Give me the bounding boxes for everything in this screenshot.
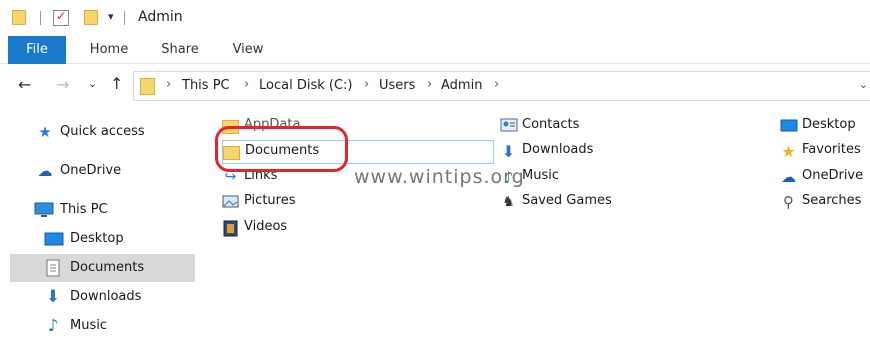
- nav-item-label: Desktop: [70, 231, 124, 246]
- chevron-down-icon[interactable]: ⌄: [859, 78, 868, 91]
- ribbon: File Home Share View: [0, 36, 870, 64]
- address-row: ← → ⌄ ↑ › This PC › Local Disk (C:) › Us…: [0, 66, 870, 104]
- forward-arrow-icon[interactable]: →: [56, 75, 69, 94]
- list-item-searches[interactable]: ⚲ Searches: [780, 191, 870, 215]
- item-label: Contacts: [522, 117, 580, 132]
- cloud-icon: ☁: [781, 168, 796, 186]
- list-item-onedrive[interactable]: ☁ OneDrive: [780, 166, 870, 190]
- search-icon: ⚲: [783, 193, 794, 211]
- nav-item-downloads[interactable]: ⬇ Downloads: [10, 283, 195, 311]
- nav-item-label: Downloads: [70, 289, 142, 304]
- address-bar[interactable]: › This PC › Local Disk (C:) › Users › Ad…: [133, 71, 870, 101]
- tab-view[interactable]: View: [224, 36, 272, 64]
- list-item-saved-games[interactable]: ♞ Saved Games: [500, 191, 700, 215]
- document-icon: [44, 259, 62, 277]
- item-label: Videos: [244, 219, 288, 234]
- desktop-icon: [780, 118, 798, 135]
- computer-icon: [34, 201, 54, 219]
- cloud-icon: ☁: [37, 162, 53, 180]
- folder-icon: [140, 78, 155, 95]
- tab-file[interactable]: File: [8, 36, 66, 64]
- download-arrow-icon: ⬇: [501, 142, 516, 161]
- toolbar-separator: [124, 11, 125, 25]
- properties-icon[interactable]: [53, 9, 69, 26]
- video-icon: [222, 220, 239, 237]
- music-note-icon: ♪: [47, 316, 59, 336]
- game-piece-icon: ♞: [502, 194, 515, 210]
- nav-item-label: Documents: [70, 260, 145, 275]
- nav-item-quick-access[interactable]: ★ Quick access: [10, 118, 195, 146]
- list-item-contacts[interactable]: Contacts: [500, 115, 700, 139]
- folder-icon[interactable]: [12, 10, 26, 25]
- download-arrow-icon: ⬇: [45, 287, 61, 307]
- item-label: Desktop: [802, 117, 856, 132]
- navigation-pane: ★ Quick access ☁ OneDrive This PC Deskto…: [0, 104, 200, 351]
- item-label: Music: [522, 168, 559, 183]
- list-item-pictures[interactable]: Pictures: [222, 191, 342, 215]
- breadcrumb-local-disk[interactable]: Local Disk (C:): [259, 78, 352, 93]
- tab-share[interactable]: Share: [155, 36, 205, 64]
- star-icon: ★: [38, 123, 52, 141]
- customize-toolbar-icon[interactable]: ▾: [108, 10, 114, 23]
- watermark: www.wintips.org: [354, 166, 525, 188]
- nav-item-label: OneDrive: [60, 163, 122, 178]
- back-arrow-icon[interactable]: ←: [18, 75, 31, 94]
- item-label: Pictures: [244, 193, 296, 208]
- list-item-music[interactable]: ♪ Music: [500, 166, 700, 190]
- chevron-right-icon[interactable]: ›: [244, 77, 249, 92]
- breadcrumb-users[interactable]: Users: [379, 78, 415, 93]
- nav-item-music[interactable]: ♪ Music: [10, 312, 195, 340]
- nav-item-this-pc[interactable]: This PC: [10, 196, 195, 224]
- item-label: Downloads: [522, 142, 594, 157]
- star-icon: ★: [781, 142, 796, 161]
- title-bar: ▾ Admin: [0, 0, 870, 36]
- highlight-ring: [215, 126, 348, 172]
- item-label: Saved Games: [522, 193, 612, 208]
- nav-item-documents[interactable]: Documents: [10, 254, 195, 282]
- contacts-icon: [500, 118, 518, 135]
- tab-home[interactable]: Home: [84, 36, 134, 64]
- breadcrumb-admin[interactable]: Admin: [441, 78, 482, 93]
- toolbar-separator: [40, 11, 41, 25]
- list-item-videos[interactable]: Videos: [222, 217, 342, 241]
- window-title: Admin: [138, 9, 183, 25]
- picture-icon: [222, 194, 239, 211]
- chevron-right-icon[interactable]: ›: [364, 77, 369, 92]
- recent-locations-icon[interactable]: ⌄: [88, 77, 97, 90]
- item-label: Searches: [802, 193, 862, 208]
- item-label: OneDrive: [802, 168, 864, 183]
- nav-item-desktop[interactable]: Desktop: [10, 225, 195, 253]
- up-arrow-icon[interactable]: ↑: [110, 74, 123, 93]
- list-item-favorites[interactable]: ★ Favorites: [780, 140, 870, 164]
- nav-item-label: This PC: [60, 202, 108, 217]
- chevron-right-icon[interactable]: ›: [166, 77, 171, 92]
- desktop-icon: [44, 230, 64, 248]
- chevron-right-icon[interactable]: ›: [494, 77, 499, 92]
- new-folder-icon[interactable]: [84, 10, 98, 25]
- list-item-desktop[interactable]: Desktop: [780, 115, 870, 139]
- nav-item-label: Music: [70, 318, 107, 333]
- item-label: Favorites: [802, 142, 861, 157]
- nav-item-onedrive[interactable]: ☁ OneDrive: [10, 157, 195, 185]
- chevron-right-icon[interactable]: ›: [427, 77, 432, 92]
- breadcrumb-this-pc[interactable]: This PC: [182, 78, 230, 93]
- nav-item-label: Quick access: [60, 124, 145, 139]
- list-item-downloads[interactable]: ⬇ Downloads: [500, 140, 700, 164]
